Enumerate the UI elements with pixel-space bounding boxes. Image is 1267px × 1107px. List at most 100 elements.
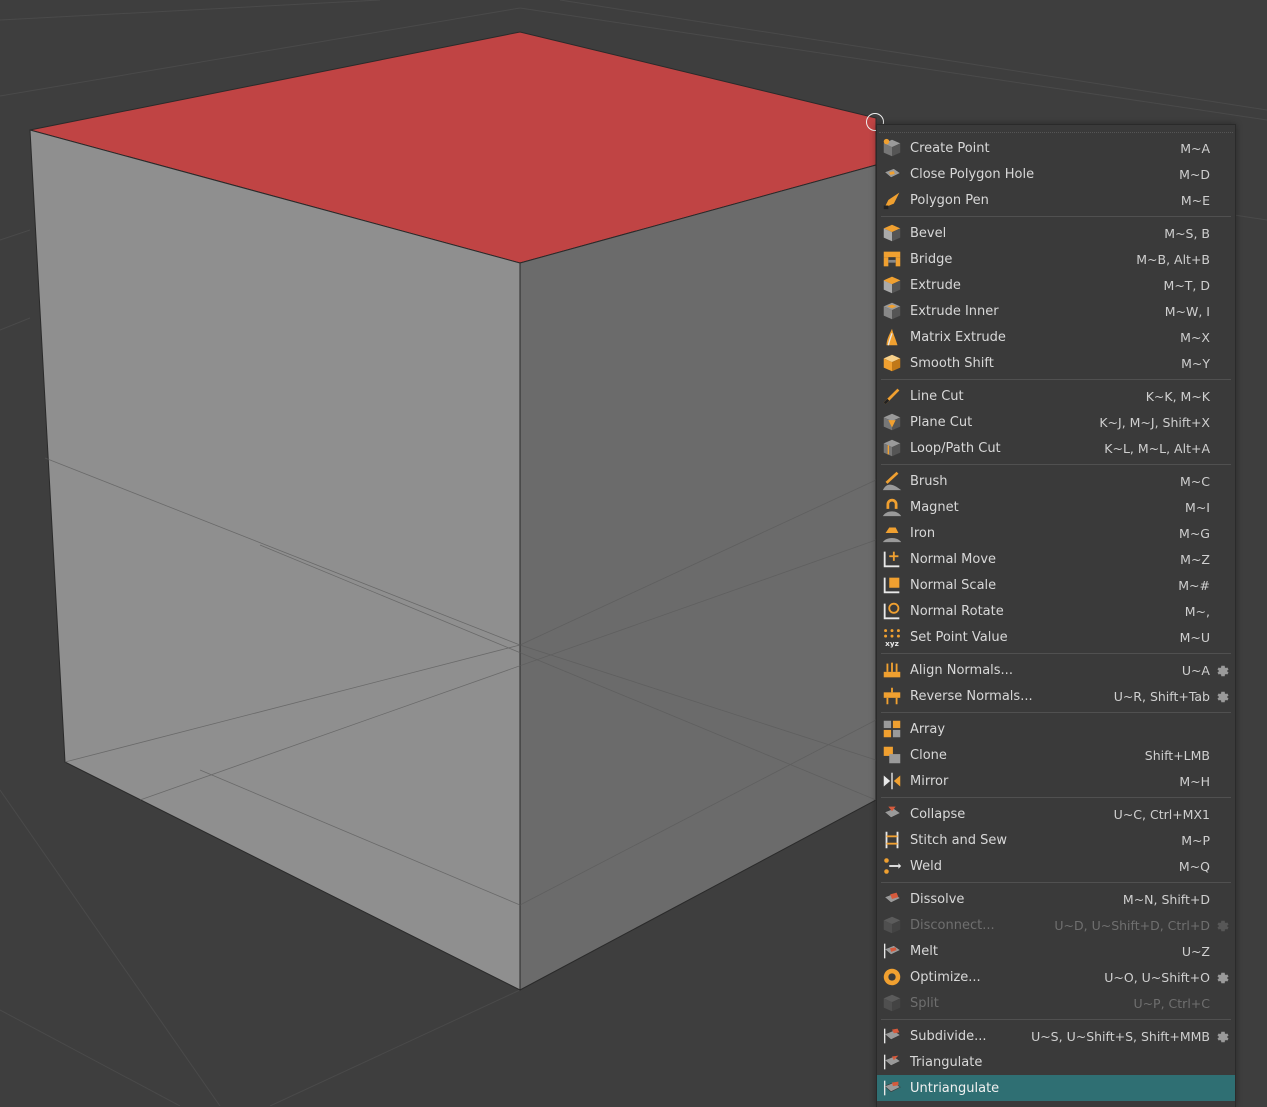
menu-item-set-point-value[interactable]: xyz Set Point Value M~U — [877, 624, 1235, 650]
menu-item-shortcut: Shift+LMB — [1144, 747, 1210, 763]
menu-item-label: Create Point — [910, 140, 990, 156]
menu-item-mirror[interactable]: Mirror M~H — [877, 768, 1235, 794]
menu-item-label: Close Polygon Hole — [910, 166, 1035, 182]
menu-item-shortcut: K~K, M~K — [1145, 388, 1210, 404]
menu-item-label: Extrude Inner — [910, 303, 999, 319]
mirror-icon — [880, 769, 904, 793]
menu-item-label: Clone — [910, 747, 947, 763]
set-point-value-icon: xyz — [880, 625, 904, 649]
menu-item-melt[interactable]: Melt U~Z — [877, 938, 1235, 964]
menu-item-shortcut: U~S, U~Shift+S, Shift+MMB — [1031, 1028, 1210, 1044]
menu-item-label: Magnet — [910, 499, 959, 515]
menu-item-label: Loop/Path Cut — [910, 440, 1001, 456]
menu-item-shortcut: U~C, Ctrl+MX1 — [1113, 806, 1210, 822]
menu-item-shortcut: U~D, U~Shift+D, Ctrl+D — [1054, 917, 1210, 933]
menu-item-split: Split U~P, Ctrl+C — [877, 990, 1235, 1016]
menu-item-weld[interactable]: Weld M~Q — [877, 853, 1235, 879]
menu-item-shortcut: K~L, M~L, Alt+A — [1104, 440, 1210, 456]
menu-item-shortcut: M~C — [1180, 473, 1210, 489]
menu-item-normal-scale[interactable]: Normal Scale M~# — [877, 572, 1235, 598]
menu-item-normal-move[interactable]: Normal Move M~Z — [877, 546, 1235, 572]
menu-item-label: Weld — [910, 858, 942, 874]
create-point-icon — [880, 136, 904, 160]
menu-item-normal-rotate[interactable]: Normal Rotate M~, — [877, 598, 1235, 624]
menu-item-label: Collapse — [910, 806, 966, 822]
menu-item-shortcut: K~J, M~J, Shift+X — [1099, 414, 1210, 430]
normal-move-icon — [880, 547, 904, 571]
menu-item-label: Mirror — [910, 773, 949, 789]
menu-separator — [881, 882, 1231, 883]
magnet-icon — [880, 495, 904, 519]
menu-item-align-normals[interactable]: Align Normals... U~A — [877, 657, 1235, 683]
normal-rotate-icon — [880, 599, 904, 623]
menu-grip[interactable] — [879, 125, 1233, 133]
menu-item-label: Triangulate — [910, 1054, 983, 1070]
menu-item-shortcut: M~H — [1179, 773, 1210, 789]
menu-item-shortcut: U~O, U~Shift+O — [1104, 969, 1210, 985]
menu-item-array[interactable]: Array — [877, 716, 1235, 742]
align-normals-icon — [880, 658, 904, 682]
untriangulate-icon — [880, 1076, 904, 1100]
menu-item-label: Set Point Value — [910, 629, 1008, 645]
menu-separator — [881, 1019, 1231, 1020]
menu-item-loop-path-cut[interactable]: Loop/Path Cut K~L, M~L, Alt+A — [877, 435, 1235, 461]
menu-item-stitch-and-sew[interactable]: Stitch and Sew M~P — [877, 827, 1235, 853]
menu-item-shortcut: M~T, D — [1163, 277, 1210, 293]
menu-item-label: Stitch and Sew — [910, 832, 1008, 848]
menu-item-label: Normal Move — [910, 551, 997, 567]
menu-item-magnet[interactable]: Magnet M~I — [877, 494, 1235, 520]
menu-item-label: Matrix Extrude — [910, 329, 1006, 345]
bevel-icon — [880, 221, 904, 245]
menu-item-clone[interactable]: Clone Shift+LMB — [877, 742, 1235, 768]
menu-item-label: Reverse Normals... — [910, 688, 1033, 704]
gear-icon[interactable] — [1216, 689, 1230, 703]
loop-path-cut-icon — [880, 436, 904, 460]
menu-separator — [881, 653, 1231, 654]
menu-item-shortcut: M~Z — [1180, 551, 1210, 567]
menu-body: Create Point M~A Close Polygon Hole M~D Poly… — [877, 135, 1235, 1101]
bridge-icon — [880, 247, 904, 271]
disconnect-icon — [880, 913, 904, 937]
menu-item-label: Dissolve — [910, 891, 965, 907]
subdivide-icon — [880, 1024, 904, 1048]
menu-item-label: Polygon Pen — [910, 192, 989, 208]
menu-item-plane-cut[interactable]: Plane Cut K~J, M~J, Shift+X — [877, 409, 1235, 435]
weld-icon — [880, 854, 904, 878]
normal-scale-icon — [880, 573, 904, 597]
menu-item-label: Brush — [910, 473, 948, 489]
menu-item-bevel[interactable]: Bevel M~S, B — [877, 220, 1235, 246]
menu-item-untriangulate[interactable]: Untriangulate — [877, 1075, 1235, 1101]
extrude-inner-icon — [880, 299, 904, 323]
gear-icon[interactable] — [1216, 970, 1230, 984]
menu-item-extrude[interactable]: Extrude M~T, D — [877, 272, 1235, 298]
reverse-normals-icon — [880, 684, 904, 708]
menu-item-collapse[interactable]: Collapse U~C, Ctrl+MX1 — [877, 801, 1235, 827]
menu-item-extrude-inner[interactable]: Extrude Inner M~W, I — [877, 298, 1235, 324]
menu-item-close-polygon-hole[interactable]: Close Polygon Hole M~D — [877, 161, 1235, 187]
menu-item-line-cut[interactable]: Line Cut K~K, M~K — [877, 383, 1235, 409]
gear-icon[interactable] — [1216, 1029, 1230, 1043]
menu-item-create-point[interactable]: Create Point M~A — [877, 135, 1235, 161]
menu-item-polygon-pen[interactable]: Polygon Pen M~E — [877, 187, 1235, 213]
menu-item-subdivide[interactable]: Subdivide... U~S, U~Shift+S, Shift+MMB — [877, 1023, 1235, 1049]
menu-item-bridge[interactable]: Bridge M~B, Alt+B — [877, 246, 1235, 272]
menu-item-triangulate[interactable]: Triangulate — [877, 1049, 1235, 1075]
menu-item-label: Split — [910, 995, 939, 1011]
menu-item-label: Melt — [910, 943, 938, 959]
menu-item-shortcut: M~# — [1178, 577, 1210, 593]
gear-icon[interactable] — [1216, 663, 1230, 677]
menu-item-label: Array — [910, 721, 946, 737]
menu-item-smooth-shift[interactable]: Smooth Shift M~Y — [877, 350, 1235, 376]
menu-separator — [881, 712, 1231, 713]
menu-item-dissolve[interactable]: Dissolve M~N, Shift+D — [877, 886, 1235, 912]
menu-item-iron[interactable]: Iron M~G — [877, 520, 1235, 546]
menu-item-optimize[interactable]: Optimize... U~O, U~Shift+O — [877, 964, 1235, 990]
menu-item-shortcut: M~B, Alt+B — [1136, 251, 1210, 267]
menu-item-label: Bridge — [910, 251, 953, 267]
collapse-icon — [880, 802, 904, 826]
menu-item-label: Iron — [910, 525, 936, 541]
menu-item-matrix-extrude[interactable]: Matrix Extrude M~X — [877, 324, 1235, 350]
menu-item-reverse-normals[interactable]: Reverse Normals... U~R, Shift+Tab — [877, 683, 1235, 709]
menu-item-brush[interactable]: Brush M~C — [877, 468, 1235, 494]
menu-item-disconnect: Disconnect... U~D, U~Shift+D, Ctrl+D — [877, 912, 1235, 938]
